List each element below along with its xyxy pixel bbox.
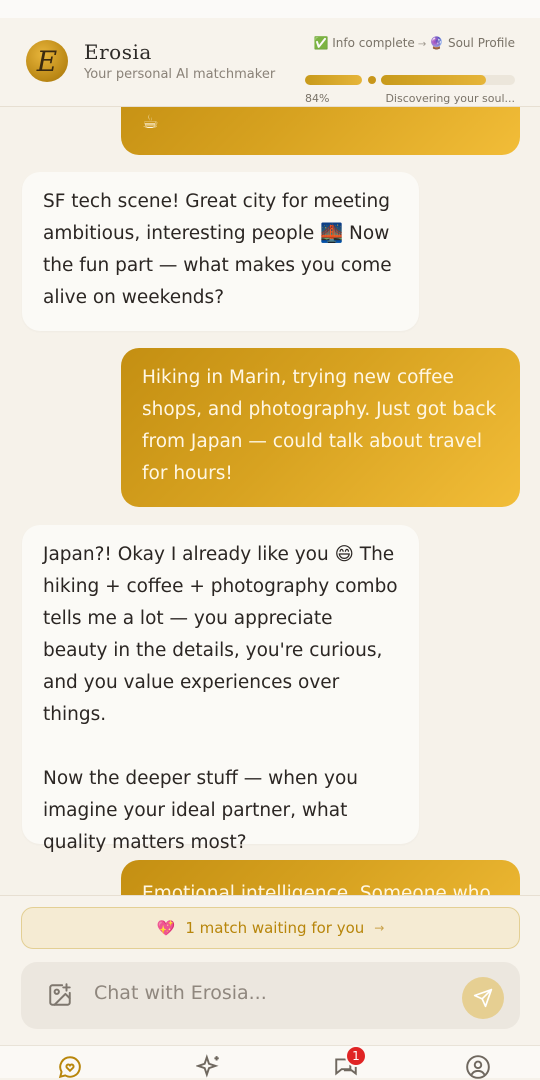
add-image-icon[interactable] bbox=[47, 982, 73, 1008]
progress-bar bbox=[305, 75, 515, 85]
send-button[interactable] bbox=[462, 977, 504, 1019]
bottom-nav: 1 bbox=[0, 1045, 540, 1080]
step-soul-profile: 🔮 Soul Profile bbox=[429, 36, 515, 50]
progress-dot bbox=[368, 76, 376, 84]
nav-chat-heart-icon[interactable] bbox=[57, 1054, 83, 1080]
chat-input[interactable]: Chat with Erosia... bbox=[94, 982, 267, 1004]
user-message: ☕ bbox=[121, 107, 520, 155]
ai-message: Japan?! Okay I already like you 😄 The hi… bbox=[22, 525, 419, 853]
message-composer: Chat with Erosia... bbox=[21, 962, 520, 1029]
bottom-panel: 💖 1 match waiting for you → Chat with Er… bbox=[0, 895, 540, 1046]
step-info-complete: ✅ Info complete bbox=[313, 36, 415, 50]
step-arrow: → bbox=[417, 39, 427, 50]
match-banner-text: 1 match waiting for you bbox=[185, 919, 365, 937]
app-subtitle: Your personal AI matchmaker bbox=[84, 67, 276, 82]
chat-thread[interactable]: ☕ SF tech scene! Great city for meeting … bbox=[0, 107, 540, 895]
heart-emoji: 💖 bbox=[156, 919, 176, 937]
profile-progress: ✅ Info complete → 🔮 Soul Profile 84% Disco… bbox=[305, 36, 515, 106]
info-progress-fill bbox=[305, 75, 362, 85]
arrow-right-icon: → bbox=[374, 921, 385, 935]
nav-sparkles-icon[interactable] bbox=[196, 1054, 222, 1080]
user-message: Emotional intelligence. Someone who bbox=[121, 860, 520, 895]
soul-progress-track bbox=[381, 75, 515, 85]
soul-progress-fill bbox=[381, 75, 486, 85]
app-header: E Erosia Your personal AI matchmaker ✅ I… bbox=[0, 18, 540, 107]
match-waiting-banner[interactable]: 💖 1 match waiting for you → bbox=[21, 907, 520, 949]
app-title: Erosia bbox=[84, 40, 152, 64]
messages-badge: 1 bbox=[345, 1045, 367, 1067]
ai-message: SF tech scene! Great city for meeting am… bbox=[22, 172, 419, 331]
progress-steps: ✅ Info complete → 🔮 Soul Profile bbox=[313, 36, 515, 50]
progress-status: Discovering your soul... bbox=[385, 92, 515, 105]
user-message: Hiking in Marin, trying new coffee shops… bbox=[121, 348, 520, 507]
erosia-logo: E bbox=[26, 40, 68, 82]
nav-profile-icon[interactable] bbox=[465, 1054, 491, 1080]
progress-percent: 84% bbox=[305, 92, 330, 105]
status-bar bbox=[0, 0, 540, 18]
send-icon bbox=[473, 988, 493, 1008]
